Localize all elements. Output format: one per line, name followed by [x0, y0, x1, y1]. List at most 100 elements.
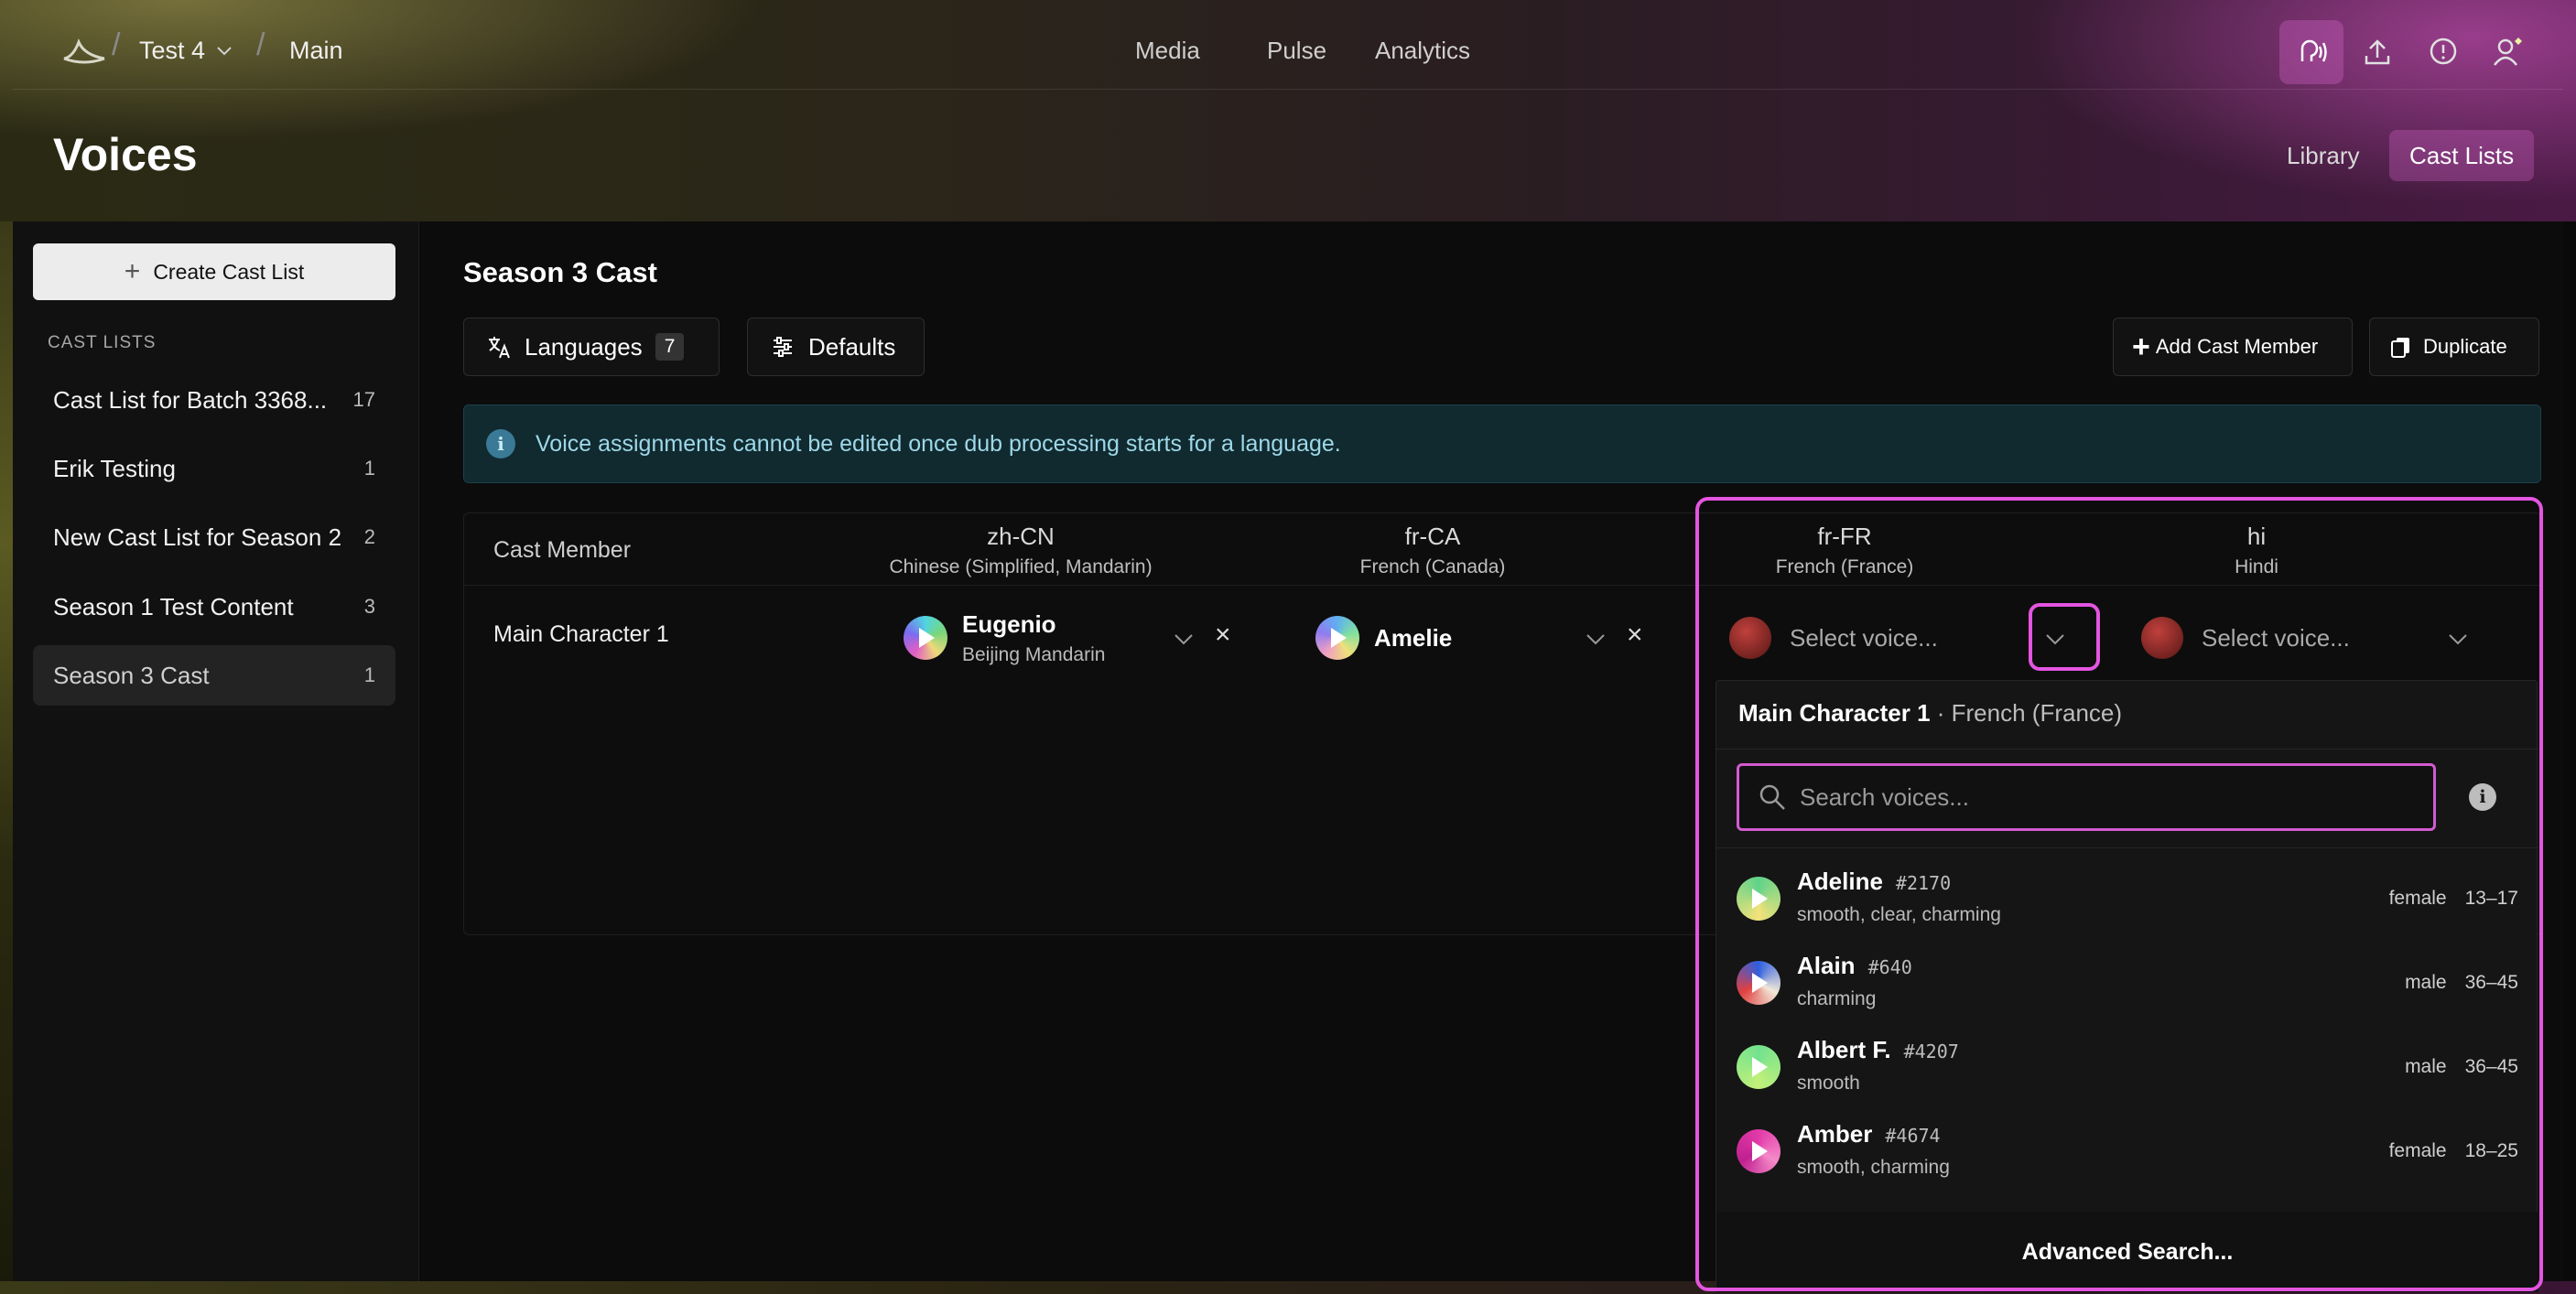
search-icon	[1759, 784, 1785, 810]
sidebar-item-cast-list[interactable]: Cast List for Batch 3368... 17	[33, 370, 395, 430]
languages-button[interactable]: Languages 7	[463, 318, 720, 376]
voice-option-name: Alain	[1797, 952, 1856, 979]
voice-option[interactable]: Alain #640 charming male 36–45	[1716, 941, 2538, 1025]
play-voice-icon[interactable]	[1315, 616, 1359, 660]
cast-list-title: Season 3 Cast	[463, 256, 657, 288]
voice-option-gender: male	[2405, 972, 2447, 993]
breadcrumb-project[interactable]: Test 4	[139, 37, 205, 65]
grid-header-divider	[464, 585, 2542, 586]
language-name: Chinese (Simplified, Mandarin)	[889, 556, 1153, 577]
advanced-search-button[interactable]: Advanced Search...	[1716, 1212, 2538, 1292]
breadcrumb-branch[interactable]: Main	[289, 37, 343, 65]
cast-list-name: Cast List for Batch 3368...	[53, 385, 328, 414]
play-voice-icon[interactable]	[1737, 1045, 1780, 1089]
select-voice-placeholder: Select voice...	[1790, 623, 1938, 652]
clear-voice-icon[interactable]: ×	[1627, 620, 1643, 651]
duplicate-button[interactable]: Duplicate	[2369, 318, 2539, 376]
defaults-button[interactable]: Defaults	[747, 318, 925, 376]
nav-pulse[interactable]: Pulse	[1267, 37, 1326, 65]
search-voices-input[interactable]	[1800, 782, 2386, 812]
languages-count-badge: 7	[655, 333, 685, 361]
cast-member-name: Main Character 1	[493, 621, 669, 647]
app-logo-icon[interactable]	[57, 33, 112, 70]
cast-lists-heading: CAST LISTS	[48, 333, 157, 352]
voice-option-age: 36–45	[2464, 972, 2518, 993]
voice-option-description: smooth	[1797, 1073, 1860, 1094]
play-voice-icon[interactable]	[1737, 1129, 1780, 1173]
nav-media[interactable]: Media	[1135, 37, 1200, 65]
column-header-hi: hi Hindi	[2064, 523, 2449, 578]
cast-list-count: 1	[363, 457, 375, 480]
chevron-down-icon[interactable]	[2440, 620, 2476, 657]
chevron-down-icon[interactable]	[1577, 620, 1614, 657]
language-code: fr-CA	[1404, 523, 1461, 550]
search-voices-field[interactable]	[1737, 763, 2436, 831]
sliders-icon	[774, 337, 792, 357]
cast-list-count: 2	[363, 525, 375, 548]
sidebar-item-cast-list-active[interactable]: Season 3 Cast 1	[33, 645, 395, 706]
cast-member-header: Cast Member	[493, 537, 632, 563]
voice-option-name: Adeline	[1797, 868, 1883, 895]
voice-option-gender: female	[2388, 888, 2447, 909]
nav-analytics[interactable]: Analytics	[1375, 37, 1470, 65]
voice-option-age: 18–25	[2464, 1140, 2518, 1161]
tab-cast-lists[interactable]: Cast Lists	[2389, 130, 2535, 181]
cast-list-name: Season 3 Cast	[53, 661, 210, 689]
select-voice-placeholder: Select voice...	[2202, 623, 2350, 652]
info-banner-text: Voice assignments cannot be edited once …	[536, 430, 1341, 457]
play-voice-icon[interactable]	[1737, 961, 1780, 1005]
voice-option-id: #640	[1867, 956, 1912, 978]
voice-option-age: 36–45	[2464, 1056, 2518, 1077]
play-voice-icon[interactable]	[904, 616, 947, 660]
voice-option[interactable]: Adeline #2170 smooth, clear, charming fem…	[1716, 857, 2538, 941]
page-title: Voices	[53, 129, 198, 180]
info-icon[interactable]: i	[2469, 783, 2496, 811]
clear-voice-icon[interactable]: ×	[1215, 620, 1231, 651]
add-cast-member-button[interactable]: + Add Cast Member	[2113, 318, 2353, 376]
cast-list-name: Season 1 Test Content	[53, 592, 294, 620]
voice-name: Amelie	[1374, 623, 1453, 652]
voice-option-description: charming	[1797, 988, 1877, 1009]
sidebar-item-cast-list[interactable]: New Cast List for Season 2 2	[33, 507, 395, 567]
translate-icon	[489, 337, 510, 359]
sidebar-item-cast-list[interactable]: Erik Testing 1	[33, 438, 395, 499]
sidebar-item-cast-list[interactable]: Season 1 Test Content 3	[33, 577, 395, 637]
voice-option-gender: female	[2388, 1140, 2447, 1161]
voice-option-description: smooth, charming	[1797, 1157, 1950, 1178]
language-name: French (France)	[1775, 556, 1914, 577]
feedback-icon[interactable]	[2411, 20, 2475, 84]
chevron-down-icon[interactable]	[214, 40, 234, 60]
dropdown-language: · French (France)	[1930, 699, 2123, 727]
voice-option-id: #4207	[1903, 1041, 1959, 1062]
voice-cell-zh-cn[interactable]: Eugenio Beijing Mandarin	[904, 605, 1105, 671]
plus-icon: +	[124, 256, 141, 286]
chevron-down-icon[interactable]	[2037, 620, 2073, 657]
dropdown-cast-member: Main Character 1	[1738, 699, 1931, 727]
sidebar: + Create Cast List CAST LISTS Cast List …	[13, 221, 419, 1281]
play-voice-icon[interactable]	[1737, 877, 1780, 921]
language-name: French (Canada)	[1359, 556, 1506, 577]
column-header-fr-fr: fr-FR French (France)	[1652, 523, 2037, 578]
language-code: hi	[2246, 523, 2267, 550]
voices-icon[interactable]	[2279, 20, 2343, 84]
create-cast-list-button[interactable]: + Create Cast List	[33, 243, 395, 300]
create-cast-list-label: Create Cast List	[153, 259, 305, 284]
user-account-icon[interactable]	[2475, 20, 2539, 84]
voice-picker-dropdown: Main Character 1 · French (France) i Ade…	[1716, 680, 2538, 1292]
cast-list-count: 3	[363, 595, 375, 618]
tab-library[interactable]: Library	[2267, 130, 2379, 181]
cast-list-name: New Cast List for Season 2	[53, 523, 342, 551]
voice-option[interactable]: Amber #4674 smooth, charming female 18–25	[1716, 1109, 2538, 1193]
voice-option-id: #4674	[1885, 1125, 1941, 1147]
voice-option-id: #2170	[1895, 872, 1952, 894]
voice-option-name: Amber	[1797, 1120, 1873, 1148]
chevron-down-icon[interactable]	[1165, 620, 1202, 657]
voice-select-hi[interactable]: Select voice...	[2141, 605, 2350, 671]
voice-option-gender: male	[2405, 1056, 2447, 1077]
voice-option[interactable]: Albert F. #4207 smooth male 36–45	[1716, 1025, 2538, 1109]
info-banner: i Voice assignments cannot be edited onc…	[463, 404, 2541, 483]
voice-cell-fr-ca[interactable]: Amelie	[1315, 605, 1452, 671]
column-header-zh-cn: zh-CN Chinese (Simplified, Mandarin)	[828, 523, 1213, 578]
voice-select-fr-fr[interactable]: Select voice...	[1729, 605, 1938, 671]
upload-icon[interactable]	[2345, 20, 2409, 84]
